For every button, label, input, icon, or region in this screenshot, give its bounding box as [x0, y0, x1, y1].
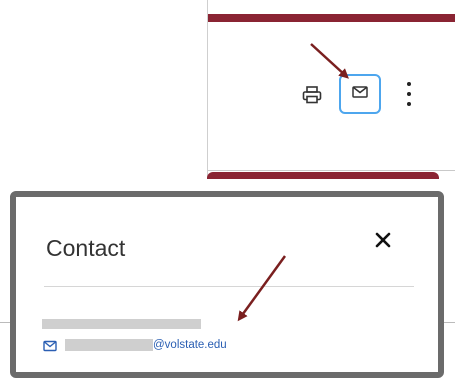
redacted-contact-name: [42, 319, 201, 329]
contact-modal: Contact @volstate.edu: [10, 191, 444, 378]
modal-title: Contact: [46, 235, 126, 261]
close-icon[interactable]: [374, 231, 392, 249]
contact-email-row[interactable]: @volstate.edu: [43, 336, 227, 354]
envelope-icon: [352, 85, 368, 103]
email-button[interactable]: [339, 74, 381, 114]
redacted-email-user: [65, 339, 153, 351]
header-accent-bar: [208, 14, 455, 22]
printer-icon[interactable]: [302, 86, 322, 109]
modal-divider: [44, 286, 414, 287]
email-domain-link[interactable]: @volstate.edu: [153, 339, 227, 351]
toolbar-divider: [208, 170, 455, 171]
more-vertical-icon[interactable]: [404, 82, 414, 106]
envelope-icon: [43, 339, 57, 352]
